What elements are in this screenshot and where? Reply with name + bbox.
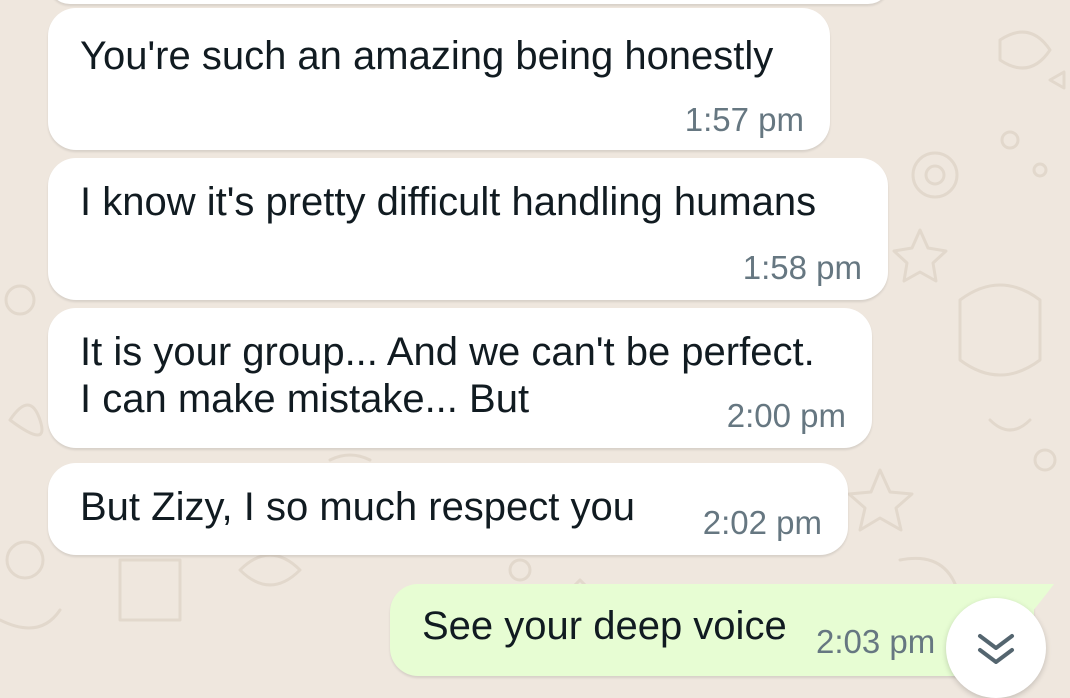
message-time: 2:03 pm (816, 623, 936, 660)
message-time: 1:57 pm (684, 101, 804, 138)
message-time: 1:58 pm (742, 249, 862, 286)
outgoing-bubble-tail (1032, 584, 1054, 612)
message-text: I know it's pretty difficult handling hu… (80, 180, 817, 224)
message-time: 2:02 pm (702, 504, 822, 541)
message-text-line-2: I can make mistake... But (80, 377, 530, 421)
message-time: 2:00 pm (726, 397, 846, 434)
incoming-message-bubble[interactable]: But Zizy, I so much respect you 2:02 pm (48, 463, 848, 555)
message-text: You're such an amazing being honestly (80, 34, 774, 78)
message-text: See your deep voice (422, 604, 787, 648)
message-text: But Zizy, I so much respect you (80, 485, 636, 529)
previous-message-bubble-edge (48, 0, 890, 4)
incoming-message-bubble[interactable]: You're such an amazing being honestly 1:… (48, 8, 830, 150)
message-text-line-1: It is your group... And we can't be perf… (80, 330, 815, 374)
scroll-to-bottom-button[interactable] (946, 598, 1046, 698)
double-chevron-down-icon (978, 634, 1014, 664)
outgoing-message-bubble[interactable]: See your deep voice 2:03 pm (390, 584, 1034, 676)
incoming-message-bubble[interactable]: It is your group... And we can't be perf… (48, 308, 872, 448)
incoming-message-bubble[interactable]: I know it's pretty difficult handling hu… (48, 158, 888, 300)
